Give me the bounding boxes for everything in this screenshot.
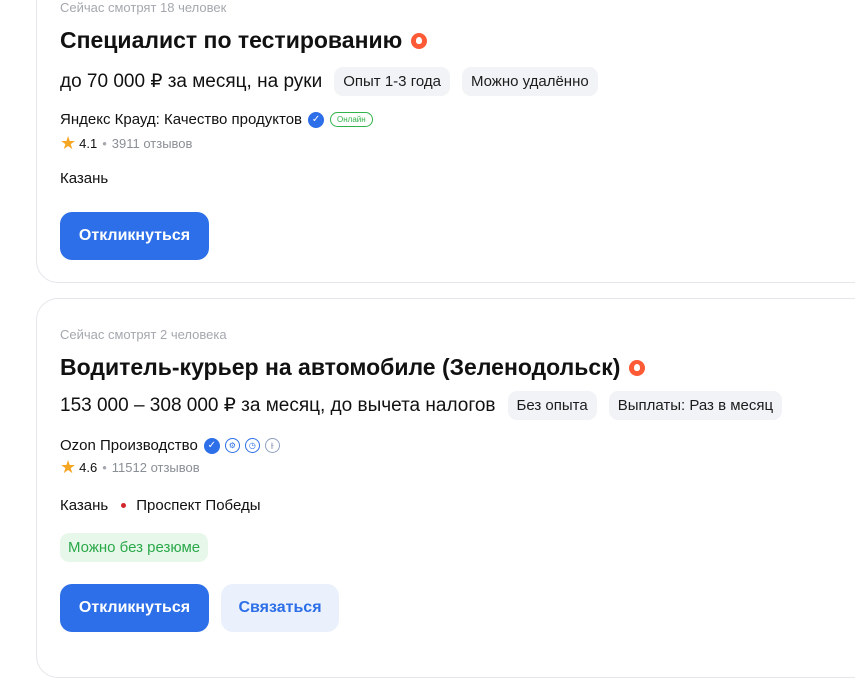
apply-button[interactable]: Откликнуться	[60, 212, 209, 260]
star-icon: ★	[60, 457, 77, 477]
hot-vacancy-icon	[629, 359, 646, 376]
salary: 153 000 – 308 000 ₽ за месяц, до вычета …	[60, 395, 496, 416]
company-row: Ozon Производство ✓ ⚙ ◷ ⫲	[60, 437, 280, 454]
star-icon: ★	[60, 133, 77, 153]
settings-badge-icon[interactable]: ⫲	[264, 438, 280, 453]
apply-button[interactable]: Откликнуться	[60, 584, 209, 632]
salary-row: до 70 000 ₽ за месяц, на руки Опыт 1-3 г…	[60, 67, 610, 96]
clock-badge-icon[interactable]: ◷	[244, 438, 260, 453]
city: Казань	[60, 497, 109, 514]
vacancy-title-text[interactable]: Специалист по тестированию	[60, 27, 402, 54]
remote-tag: Можно удалённо	[461, 67, 598, 96]
vacancy-title[interactable]: Специалист по тестированию	[60, 27, 428, 54]
location-row: Казань	[60, 170, 108, 187]
salary-row: 153 000 – 308 000 ₽ за месяц, до вычета …	[60, 391, 794, 420]
hot-vacancy-icon	[411, 32, 428, 49]
rating-row[interactable]: ★ 4.6 • 11512 отзывов	[60, 457, 200, 477]
separator-dot: •	[102, 459, 107, 475]
vacancy-title[interactable]: Водитель-курьер на автомобиле (Зеленодол…	[60, 354, 646, 381]
no-resume-badge: Можно без резюме	[60, 533, 209, 562]
online-badge: Онлайн	[330, 112, 373, 127]
city: Казань	[60, 170, 109, 187]
vacancy-card[interactable]: Сейчас смотрят 18 человек Специалист по …	[36, 0, 855, 283]
vacancy-card[interactable]: Сейчас смотрят 2 человека Водитель-курье…	[36, 298, 855, 678]
metro-icon	[121, 503, 127, 508]
experience-tag: Опыт 1-3 года	[334, 67, 450, 96]
company-name[interactable]: Ozon Производство	[60, 437, 198, 454]
salary: до 70 000 ₽ за месяц, на руки	[60, 71, 323, 92]
payout-tag: Выплаты: Раз в месяц	[608, 391, 783, 420]
verified-check-icon: ✓	[203, 437, 220, 454]
viewers-count: Сейчас смотрят 18 человек	[60, 0, 227, 15]
viewers-count: Сейчас смотрят 2 человека	[60, 327, 227, 342]
company-name[interactable]: Яндекс Крауд: Качество продуктов	[60, 111, 302, 128]
location-row: Казань Проспект Победы	[60, 497, 261, 514]
separator-dot: •	[102, 135, 107, 151]
rating-value: 4.1	[79, 135, 98, 151]
reviews-count[interactable]: 3911 отзывов	[112, 136, 193, 151]
metro-station: Проспект Победы	[136, 497, 261, 514]
reviews-count[interactable]: 11512 отзывов	[112, 460, 200, 475]
rating-row[interactable]: ★ 4.1 • 3911 отзывов	[60, 133, 193, 153]
contact-button[interactable]: Связаться	[221, 584, 339, 632]
verified-check-icon: ✓	[308, 111, 325, 128]
vacancy-title-text[interactable]: Водитель-курьер на автомобиле (Зеленодол…	[60, 354, 620, 381]
rating-value: 4.6	[79, 459, 98, 475]
experience-tag: Без опыта	[507, 391, 597, 420]
gear-badge-icon[interactable]: ⚙	[224, 438, 240, 453]
company-row: Яндекс Крауд: Качество продуктов ✓ Онлай…	[60, 111, 373, 128]
